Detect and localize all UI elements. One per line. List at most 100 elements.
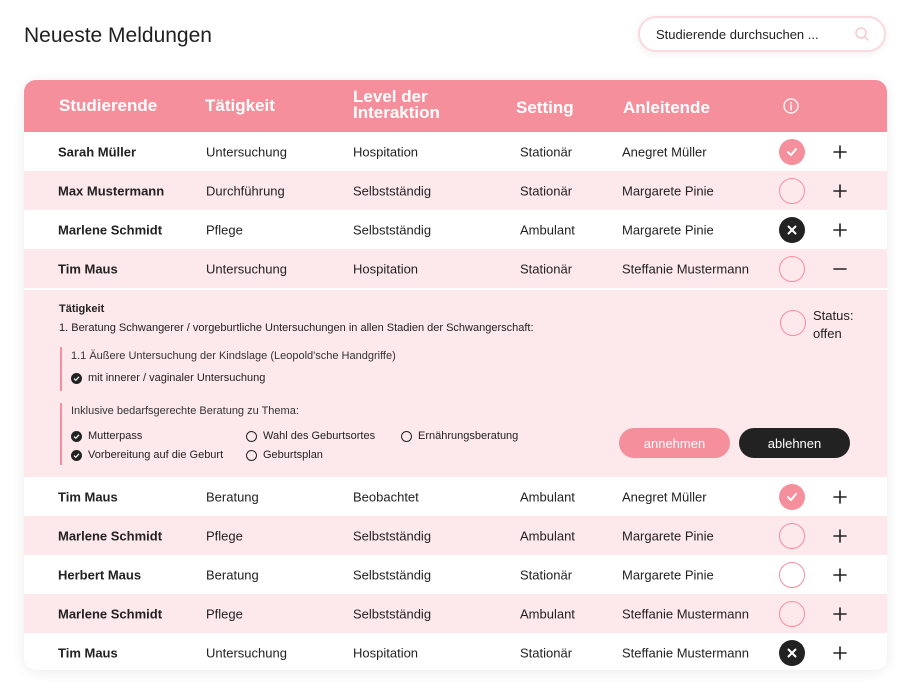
status-label: Status:: [813, 308, 854, 323]
table-row[interactable]: Marlene Schmidt Pflege Selbstständig Ambula…: [24, 594, 887, 633]
cell-activity: Pflege: [206, 606, 243, 621]
status-accepted-icon[interactable]: [779, 483, 805, 510]
cell-level: Selbstständig: [353, 606, 432, 621]
expand-icon[interactable]: [831, 488, 849, 506]
topic-option[interactable]: Ernährungsberatung: [401, 430, 518, 442]
topic-option[interactable]: Geburtsplan: [246, 449, 323, 461]
status-rejected-icon[interactable]: [779, 216, 805, 243]
cell-level: Selbstständig: [353, 567, 432, 582]
cell-setting: Stationär: [520, 144, 573, 159]
cell-level: Hospitation: [353, 261, 419, 276]
status-open-icon[interactable]: [779, 177, 805, 204]
cell-student: Tim Maus: [58, 645, 118, 660]
status-accepted-icon[interactable]: [779, 138, 805, 165]
page-title: Neueste Meldungen: [24, 24, 212, 47]
table-row[interactable]: Sarah Müller Untersuchung Hospitation Stati…: [24, 132, 887, 171]
cell-student: Max Mustermann: [58, 183, 165, 198]
status-value: offen: [813, 326, 842, 341]
expand-icon[interactable]: [831, 182, 849, 200]
table-row[interactable]: Tim Maus Untersuchung Hospitation Stationär…: [24, 633, 887, 670]
expand-icon[interactable]: [831, 527, 849, 545]
cell-supervisor: Margarete Pinie: [622, 222, 714, 237]
search-box[interactable]: [638, 16, 886, 52]
expand-icon[interactable]: [831, 605, 849, 623]
cell-level: Beobachtet: [353, 489, 419, 504]
search-icon[interactable]: [854, 26, 870, 42]
cell-setting: Stationär: [520, 645, 573, 660]
collapse-icon[interactable]: [831, 260, 849, 278]
topic-option-label: Geburtsplan: [263, 449, 323, 461]
expand-icon[interactable]: [831, 221, 849, 239]
unchecked-radio-icon[interactable]: [246, 449, 257, 461]
cell-supervisor: Margarete Pinie: [622, 567, 714, 582]
cell-activity: Pflege: [206, 222, 243, 237]
cell-level: Selbstständig: [353, 222, 432, 237]
topic-option[interactable]: Mutterpass: [71, 430, 142, 442]
expand-icon[interactable]: [831, 143, 849, 161]
detail-divider-bar: [60, 403, 62, 465]
cell-level: Hospitation: [353, 645, 419, 660]
check-icon: [71, 372, 82, 384]
cell-activity: Untersuchung: [206, 261, 287, 276]
cell-setting: Ambulant: [520, 606, 575, 621]
column-header-activity: Tätigkeit: [205, 96, 275, 115]
cell-setting: Ambulant: [520, 489, 575, 504]
cell-student: Marlene Schmidt: [58, 528, 163, 543]
column-header-level: Level der Interaktion: [353, 87, 440, 122]
expanded-detail-panel: Tätigkeit 1. Beratung Schwangerer / vorg…: [24, 290, 887, 477]
cell-supervisor: Anegret Müller: [622, 489, 707, 504]
reports-table: Studierende Tätigkeit Level der Interakt…: [24, 80, 887, 670]
table-row[interactable]: Marlene Schmidt Pflege Selbstständig Ambula…: [24, 516, 887, 555]
status-rejected-icon[interactable]: [779, 639, 805, 666]
cell-student: Sarah Müller: [58, 144, 137, 159]
cell-supervisor: Steffanie Mustermann: [622, 645, 749, 660]
table-row[interactable]: Tim Maus Beratung Beobachtet Ambulant Anegre…: [24, 477, 887, 516]
table-row[interactable]: Marlene Schmidt Pflege Selbstständig Ambula…: [24, 210, 887, 249]
table-row[interactable]: Herbert Maus Beratung Selbstständig Station…: [24, 555, 887, 594]
checked-radio-icon[interactable]: [71, 430, 82, 442]
topic-option[interactable]: Vorbereitung auf die Geburt: [71, 449, 223, 461]
checked-radio-icon[interactable]: [71, 449, 82, 461]
expand-icon[interactable]: [831, 644, 849, 662]
column-header-setting: Setting: [516, 98, 574, 117]
topic-option-label: Vorbereitung auf die Geburt: [88, 449, 224, 461]
cell-activity: Untersuchung: [206, 645, 287, 660]
reject-button[interactable]: ablehnen: [739, 428, 850, 458]
cell-setting: Ambulant: [520, 222, 575, 237]
table-row[interactable]: Tim Maus Untersuchung Hospitation Stationär…: [24, 249, 887, 288]
status-open-icon[interactable]: [779, 600, 805, 627]
status-open-icon[interactable]: [779, 561, 805, 588]
expand-icon[interactable]: [831, 566, 849, 584]
cell-level: Selbstständig: [353, 528, 432, 543]
info-icon[interactable]: [783, 98, 799, 114]
detail-heading: 1. Beratung Schwangerer / vorgeburtliche…: [59, 322, 534, 334]
unchecked-radio-icon[interactable]: [246, 430, 257, 442]
cell-student: Tim Maus: [58, 261, 118, 276]
cell-supervisor: Steffanie Mustermann: [622, 606, 749, 621]
detail-sub-check: mit innerer / vaginaler Untersuchung: [71, 372, 265, 384]
cell-setting: Stationär: [520, 567, 573, 582]
table-header: Studierende Tätigkeit Level der Interakt…: [24, 80, 887, 132]
cell-supervisor: Anegret Müller: [622, 144, 707, 159]
cell-level: Selbstständig: [353, 183, 432, 198]
search-input[interactable]: [656, 26, 854, 42]
unchecked-radio-icon[interactable]: [401, 430, 412, 442]
accept-button[interactable]: annehmen: [619, 428, 730, 458]
cell-student: Herbert Maus: [58, 567, 142, 582]
cell-student: Marlene Schmidt: [58, 222, 163, 237]
cell-setting: Ambulant: [520, 528, 575, 543]
status-open-icon[interactable]: [779, 255, 805, 282]
cell-activity: Pflege: [206, 528, 243, 543]
topic-option[interactable]: Wahl des Geburtsortes: [246, 430, 375, 442]
cell-supervisor: Margarete Pinie: [622, 528, 714, 543]
cell-supervisor: Steffanie Mustermann: [622, 261, 749, 276]
column-header-student: Studierende: [59, 96, 158, 115]
status-open-icon[interactable]: [779, 522, 805, 549]
cell-supervisor: Margarete Pinie: [622, 183, 714, 198]
cell-student: Tim Maus: [58, 489, 118, 504]
cell-activity: Beratung: [206, 489, 259, 504]
table-row[interactable]: Max Mustermann Durchführung Selbstständig S…: [24, 171, 887, 210]
detail-sub-check-label: mit innerer / vaginaler Untersuchung: [88, 372, 266, 384]
cell-setting: Stationär: [520, 183, 573, 198]
detail-title: Tätigkeit: [59, 303, 105, 315]
